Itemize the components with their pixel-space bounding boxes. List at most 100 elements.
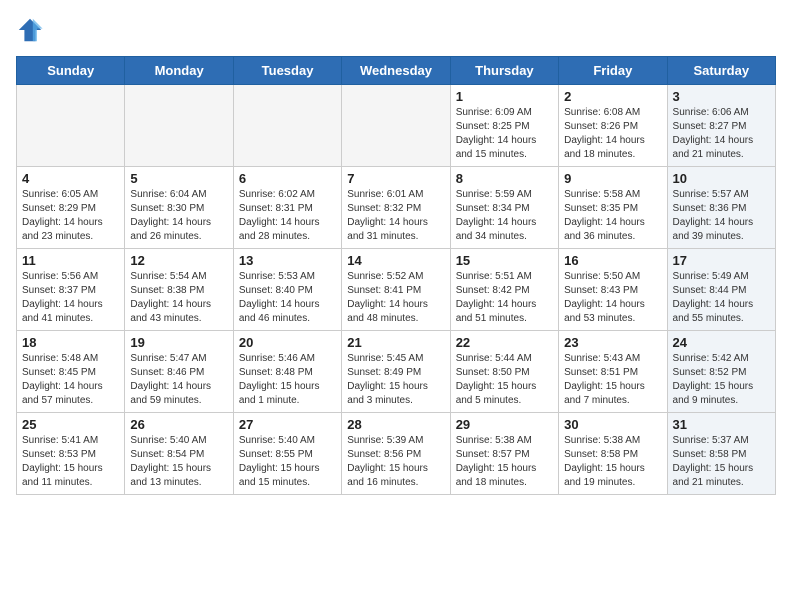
calendar-cell: 7 Sunrise: 6:01 AM Sunset: 8:32 PM Daylig…: [342, 167, 450, 249]
calendar-cell: 9Sunrise: 5:58 AM Sunset: 8:35 PM Daylig…: [559, 167, 667, 249]
calendar-week-4: 18 Sunrise: 5:48 AM Sunset: 8:45 PM Dayli…: [17, 331, 776, 413]
day-info: Sunrise: 5:42 AM Sunset: 8:52 PM Dayligh…: [673, 352, 770, 408]
day-number: 15: [456, 253, 553, 268]
day-number: 29: [456, 417, 553, 432]
calendar-cell: 24 Sunrise: 5:42 AM Sunset: 8:52 PM Dayli…: [667, 331, 775, 413]
day-number: 23: [564, 335, 661, 350]
calendar-cell: 19 Sunrise: 5:47 AM Sunset: 8:46 PM Dayli…: [125, 331, 233, 413]
calendar-cell: 21 Sunrise: 5:45 AM Sunset: 8:49 PM Dayli…: [342, 331, 450, 413]
calendar-cell: 18 Sunrise: 5:48 AM Sunset: 8:45 PM Dayli…: [17, 331, 125, 413]
day-number: 1: [456, 89, 553, 104]
weekday-header-sunday: Sunday: [17, 57, 125, 85]
calendar-week-5: 25Sunrise: 5:41 AM Sunset: 8:53 PM Dayli…: [17, 413, 776, 495]
day-info: Sunrise: 5:47 AM Sunset: 8:46 PM Dayligh…: [130, 352, 227, 408]
calendar-cell: 10 Sunrise: 5:57 AM Sunset: 8:36 PM Dayli…: [667, 167, 775, 249]
day-info: Sunrise: 5:39 AM Sunset: 8:56 PM Dayligh…: [347, 434, 444, 490]
day-info: Sunrise: 5:45 AM Sunset: 8:49 PM Dayligh…: [347, 352, 444, 408]
weekday-header-tuesday: Tuesday: [233, 57, 341, 85]
weekday-header-thursday: Thursday: [450, 57, 558, 85]
day-info: Sunrise: 6:08 AM Sunset: 8:26 PM Dayligh…: [564, 106, 661, 162]
calendar-week-3: 11Sunrise: 5:56 AM Sunset: 8:37 PM Dayli…: [17, 249, 776, 331]
day-number: 6: [239, 171, 336, 186]
day-info: Sunrise: 6:01 AM Sunset: 8:32 PM Dayligh…: [347, 188, 444, 244]
weekday-header-monday: Monday: [125, 57, 233, 85]
day-number: 18: [22, 335, 119, 350]
day-number: 19: [130, 335, 227, 350]
calendar-week-2: 4Sunrise: 6:05 AM Sunset: 8:29 PM Daylig…: [17, 167, 776, 249]
day-number: 7: [347, 171, 444, 186]
day-number: 17: [673, 253, 770, 268]
day-number: 14: [347, 253, 444, 268]
day-number: 30: [564, 417, 661, 432]
calendar-cell: 26 Sunrise: 5:40 AM Sunset: 8:54 PM Dayli…: [125, 413, 233, 495]
calendar-cell: 25Sunrise: 5:41 AM Sunset: 8:53 PM Dayli…: [17, 413, 125, 495]
calendar-cell: 30 Sunrise: 5:38 AM Sunset: 8:58 PM Dayli…: [559, 413, 667, 495]
day-number: 20: [239, 335, 336, 350]
calendar-cell: 20 Sunrise: 5:46 AM Sunset: 8:48 PM Dayli…: [233, 331, 341, 413]
calendar-cell: 27 Sunrise: 5:40 AM Sunset: 8:55 PM Dayli…: [233, 413, 341, 495]
day-info: Sunrise: 5:38 AM Sunset: 8:58 PM Dayligh…: [564, 434, 661, 490]
day-info: Sunrise: 6:04 AM Sunset: 8:30 PM Dayligh…: [130, 188, 227, 244]
day-info: Sunrise: 5:57 AM Sunset: 8:36 PM Dayligh…: [673, 188, 770, 244]
day-info: Sunrise: 5:40 AM Sunset: 8:54 PM Dayligh…: [130, 434, 227, 490]
day-number: 21: [347, 335, 444, 350]
calendar-cell: 8Sunrise: 5:59 AM Sunset: 8:34 PM Daylig…: [450, 167, 558, 249]
day-info: Sunrise: 5:51 AM Sunset: 8:42 PM Dayligh…: [456, 270, 553, 326]
day-number: 25: [22, 417, 119, 432]
day-info: Sunrise: 5:58 AM Sunset: 8:35 PM Dayligh…: [564, 188, 661, 244]
day-info: Sunrise: 5:40 AM Sunset: 8:55 PM Dayligh…: [239, 434, 336, 490]
calendar-week-1: 1 Sunrise: 6:09 AM Sunset: 8:25 PM Daylig…: [17, 85, 776, 167]
calendar-cell: 14 Sunrise: 5:52 AM Sunset: 8:41 PM Dayli…: [342, 249, 450, 331]
calendar-cell: 4Sunrise: 6:05 AM Sunset: 8:29 PM Daylig…: [17, 167, 125, 249]
calendar-cell: [233, 85, 341, 167]
calendar-cell: 1 Sunrise: 6:09 AM Sunset: 8:25 PM Daylig…: [450, 85, 558, 167]
day-info: Sunrise: 5:59 AM Sunset: 8:34 PM Dayligh…: [456, 188, 553, 244]
calendar-cell: 15 Sunrise: 5:51 AM Sunset: 8:42 PM Dayli…: [450, 249, 558, 331]
day-info: Sunrise: 5:53 AM Sunset: 8:40 PM Dayligh…: [239, 270, 336, 326]
day-info: Sunrise: 5:38 AM Sunset: 8:57 PM Dayligh…: [456, 434, 553, 490]
calendar-cell: 11Sunrise: 5:56 AM Sunset: 8:37 PM Dayli…: [17, 249, 125, 331]
day-number: 24: [673, 335, 770, 350]
calendar-cell: 13Sunrise: 5:53 AM Sunset: 8:40 PM Dayli…: [233, 249, 341, 331]
calendar-cell: 3 Sunrise: 6:06 AM Sunset: 8:27 PM Daylig…: [667, 85, 775, 167]
weekday-header-wednesday: Wednesday: [342, 57, 450, 85]
day-info: Sunrise: 5:48 AM Sunset: 8:45 PM Dayligh…: [22, 352, 119, 408]
calendar-cell: 31Sunrise: 5:37 AM Sunset: 8:58 PM Dayli…: [667, 413, 775, 495]
weekday-header-saturday: Saturday: [667, 57, 775, 85]
logo-icon: [16, 16, 44, 44]
day-number: 10: [673, 171, 770, 186]
calendar-cell: [125, 85, 233, 167]
day-number: 26: [130, 417, 227, 432]
day-info: Sunrise: 6:02 AM Sunset: 8:31 PM Dayligh…: [239, 188, 336, 244]
day-number: 16: [564, 253, 661, 268]
day-number: 28: [347, 417, 444, 432]
day-number: 27: [239, 417, 336, 432]
calendar-header-row: SundayMondayTuesdayWednesdayThursdayFrid…: [17, 57, 776, 85]
day-number: 31: [673, 417, 770, 432]
calendar-cell: 2 Sunrise: 6:08 AM Sunset: 8:26 PM Daylig…: [559, 85, 667, 167]
day-info: Sunrise: 5:52 AM Sunset: 8:41 PM Dayligh…: [347, 270, 444, 326]
day-info: Sunrise: 5:54 AM Sunset: 8:38 PM Dayligh…: [130, 270, 227, 326]
day-info: Sunrise: 6:06 AM Sunset: 8:27 PM Dayligh…: [673, 106, 770, 162]
calendar-cell: 17 Sunrise: 5:49 AM Sunset: 8:44 PM Dayli…: [667, 249, 775, 331]
weekday-header-friday: Friday: [559, 57, 667, 85]
calendar-table: SundayMondayTuesdayWednesdayThursdayFrid…: [16, 56, 776, 495]
day-number: 3: [673, 89, 770, 104]
calendar-cell: [17, 85, 125, 167]
day-info: Sunrise: 5:43 AM Sunset: 8:51 PM Dayligh…: [564, 352, 661, 408]
day-number: 12: [130, 253, 227, 268]
calendar-cell: [342, 85, 450, 167]
day-info: Sunrise: 5:44 AM Sunset: 8:50 PM Dayligh…: [456, 352, 553, 408]
day-number: 5: [130, 171, 227, 186]
calendar-cell: 28 Sunrise: 5:39 AM Sunset: 8:56 PM Dayli…: [342, 413, 450, 495]
logo: [16, 16, 48, 44]
calendar-cell: 12 Sunrise: 5:54 AM Sunset: 8:38 PM Dayli…: [125, 249, 233, 331]
day-info: Sunrise: 6:09 AM Sunset: 8:25 PM Dayligh…: [456, 106, 553, 162]
day-number: 22: [456, 335, 553, 350]
day-number: 2: [564, 89, 661, 104]
day-info: Sunrise: 5:56 AM Sunset: 8:37 PM Dayligh…: [22, 270, 119, 326]
day-info: Sunrise: 5:46 AM Sunset: 8:48 PM Dayligh…: [239, 352, 336, 408]
day-info: Sunrise: 5:49 AM Sunset: 8:44 PM Dayligh…: [673, 270, 770, 326]
day-number: 4: [22, 171, 119, 186]
day-info: Sunrise: 5:50 AM Sunset: 8:43 PM Dayligh…: [564, 270, 661, 326]
